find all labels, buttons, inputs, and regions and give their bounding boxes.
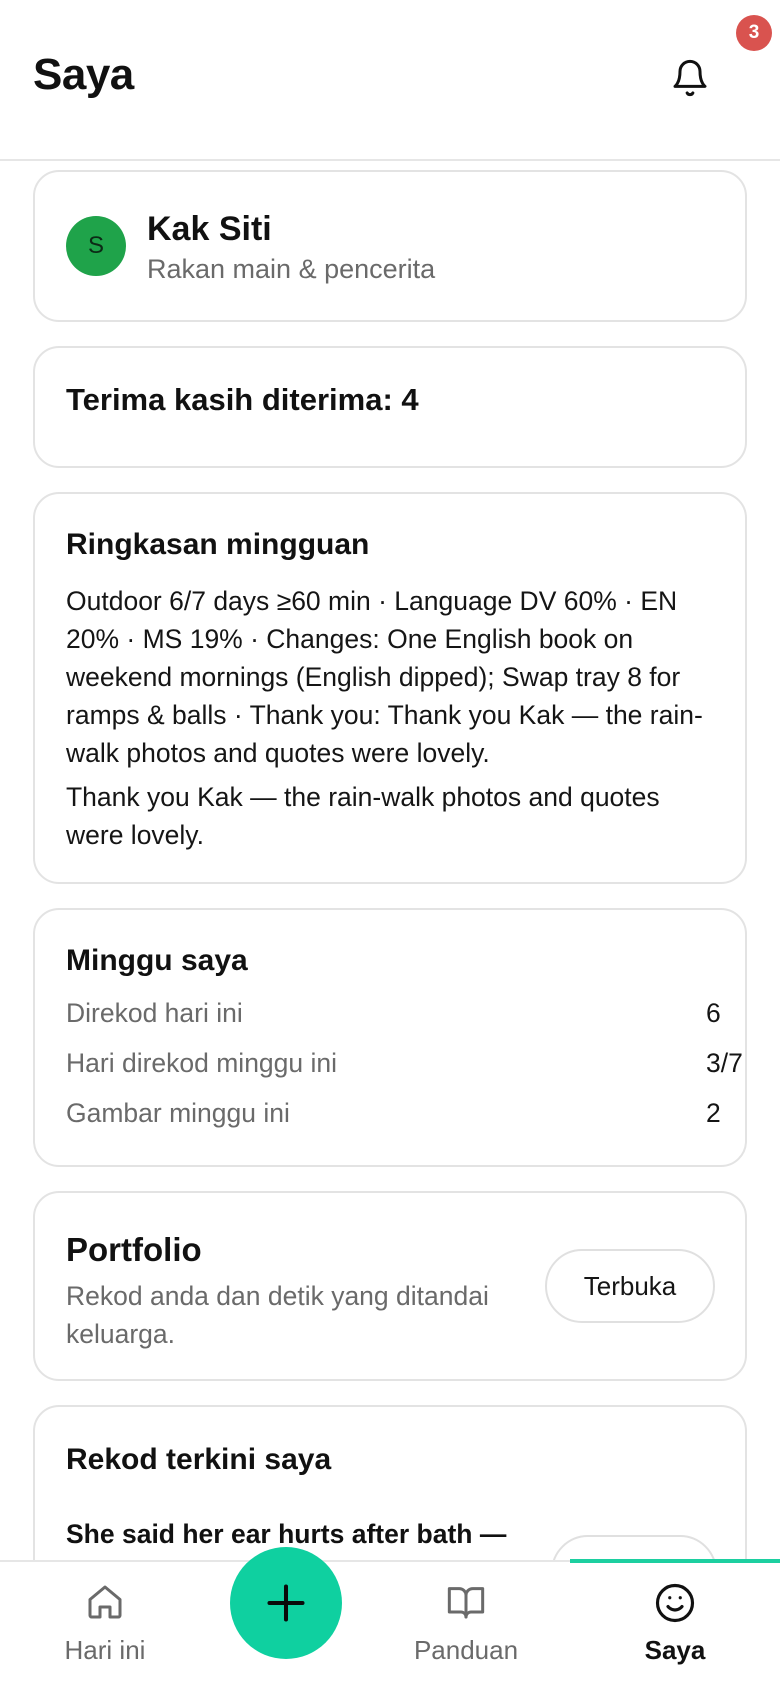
profile-card: S Kak Siti Rakan main & pencerita (33, 170, 747, 322)
profile-name: Kak Siti (147, 210, 272, 248)
stat-value: 2 (706, 1098, 721, 1128)
app-header: Saya 3 (0, 0, 780, 161)
thanks-received-text: Terima kasih diterima: 4 (66, 382, 419, 417)
stat-label: Direkod hari ini (66, 998, 243, 1028)
stat-row-photos-this-week: Gambar minggu ini 2 (66, 1098, 722, 1138)
stat-label: Hari direkod minggu ini (66, 1048, 338, 1078)
portfolio-open-button[interactable]: Terbuka (545, 1249, 715, 1323)
portfolio-title: Portfolio (66, 1231, 202, 1268)
recent-record-title[interactable]: She said her ear hurts after bath — (66, 1519, 506, 1550)
nav-label: Hari ini (64, 1635, 146, 1665)
my-week-heading: Minggu saya (66, 944, 248, 977)
add-record-button[interactable] (230, 1547, 342, 1659)
my-week-card: Minggu saya Direkod hari ini 6 Hari dire… (33, 908, 747, 1167)
bottom-nav: Hari ini Panduan Saya (0, 1559, 780, 1688)
nav-label: Panduan (413, 1635, 519, 1665)
stat-value: 6 (706, 998, 721, 1028)
stat-label: Gambar minggu ini (66, 1098, 290, 1128)
notification-count-badge: 3 (736, 15, 772, 51)
bell-icon (673, 59, 707, 97)
thanks-card: Terima kasih diterima: 4 (33, 346, 747, 468)
nav-tab-guide[interactable]: Panduan (366, 1562, 566, 1688)
weekly-summary-card: Ringkasan mingguan Outdoor 6/7 days ≥60 … (33, 492, 747, 884)
nav-label: Saya (644, 1635, 706, 1665)
notifications-button[interactable] (664, 52, 716, 104)
portfolio-card: Portfolio Rekod anda dan detik yang dita… (33, 1191, 747, 1381)
nav-tab-today[interactable]: Hari ini (5, 1562, 205, 1688)
recent-records-heading: Rekod terkini saya (66, 1443, 332, 1476)
smiley-icon (655, 1583, 695, 1623)
stat-value: 3/7 (706, 1048, 743, 1078)
stat-row-recorded-today: Direkod hari ini 6 (66, 998, 722, 1038)
portfolio-description: Rekod anda dan detik yang ditandai kelua… (66, 1281, 489, 1349)
page-title: Saya (33, 50, 134, 99)
plus-icon (267, 1584, 305, 1622)
home-icon (88, 1585, 122, 1619)
book-icon (447, 1587, 485, 1619)
weekly-summary-quote: Thank you Kak — the rain-walk photos and… (66, 782, 660, 850)
avatar: S (66, 216, 126, 276)
stat-row-days-recorded: Hari direkod minggu ini 3/7 (66, 1048, 743, 1088)
weekly-summary-body: Outdoor 6/7 days ≥60 min · Language DV 6… (66, 586, 703, 768)
nav-tab-me[interactable]: Saya (575, 1562, 775, 1688)
weekly-summary-heading: Ringkasan mingguan (66, 528, 370, 561)
profile-role: Rakan main & pencerita (147, 254, 436, 284)
